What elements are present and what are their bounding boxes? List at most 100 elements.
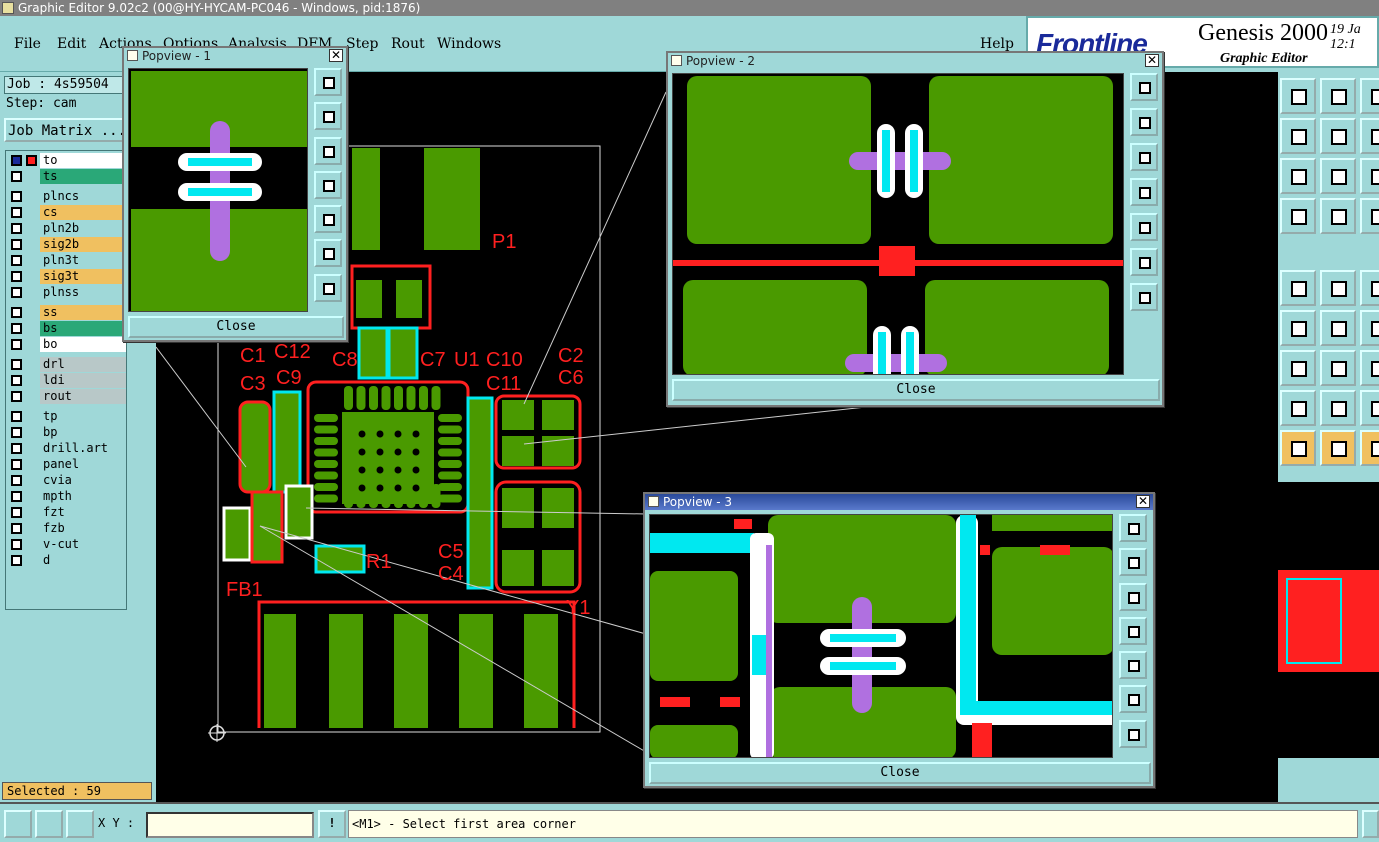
alert-button[interactable]: !: [318, 810, 346, 838]
status-extra-button[interactable]: [1362, 810, 1379, 838]
layer-name[interactable]: plncs: [40, 189, 126, 204]
layer-checkbox[interactable]: [11, 287, 22, 298]
popview-3-titlebar[interactable]: Popview - 3 ✕: [645, 494, 1153, 510]
layer-row[interactable]: bs: [8, 321, 126, 336]
popview-3-close-button[interactable]: Close: [649, 762, 1151, 784]
layer-row[interactable]: ss: [8, 305, 126, 320]
view-tool-button[interactable]: [1130, 108, 1158, 136]
layer-name[interactable]: ss: [40, 305, 126, 320]
layer-name[interactable]: cvia: [40, 473, 126, 488]
layer-checkbox[interactable]: [11, 391, 22, 402]
layer-name[interactable]: rout: [40, 389, 126, 404]
view-tool-button[interactable]: [1119, 514, 1147, 542]
edit-tool-button[interactable]: [1320, 270, 1356, 306]
layer-checkbox[interactable]: [11, 539, 22, 550]
overview-panel[interactable]: [1278, 482, 1379, 758]
layer-name[interactable]: pln3t: [40, 253, 126, 268]
view-tool-button[interactable]: [1130, 178, 1158, 206]
edit-tool-button[interactable]: [1280, 430, 1316, 466]
menu-step[interactable]: Step: [346, 36, 378, 52]
layer-checkbox[interactable]: [11, 323, 22, 334]
layer-name[interactable]: tp: [40, 409, 126, 424]
view-tool-button[interactable]: [1130, 73, 1158, 101]
layer-row[interactable]: pln2b: [8, 221, 126, 236]
popview-2-titlebar[interactable]: Popview - 2 ✕: [668, 53, 1162, 69]
edit-tool-button[interactable]: [1280, 198, 1316, 234]
popview-2-canvas[interactable]: [672, 73, 1124, 375]
layer-checkbox[interactable]: [11, 359, 22, 370]
layer-checkbox[interactable]: [11, 271, 22, 282]
layer-name[interactable]: bs: [40, 321, 126, 336]
edit-tool-button[interactable]: [1360, 118, 1379, 154]
edit-tool-button[interactable]: [1280, 78, 1316, 114]
view-tool-button[interactable]: [1119, 685, 1147, 714]
edit-tool-button[interactable]: [1320, 350, 1356, 386]
measure-button[interactable]: [35, 810, 63, 838]
layer-checkbox[interactable]: [11, 339, 22, 350]
layer-name[interactable]: bp: [40, 425, 126, 440]
edit-tool-button[interactable]: [1360, 198, 1379, 234]
edit-tool-button[interactable]: [1360, 390, 1379, 426]
edit-tool-button[interactable]: [1320, 158, 1356, 194]
menu-file[interactable]: File: [14, 36, 41, 52]
edit-tool-button[interactable]: [1360, 78, 1379, 114]
layer-name[interactable]: mpth: [40, 489, 126, 504]
edit-tool-button[interactable]: [1280, 118, 1316, 154]
layer-checkbox[interactable]: [11, 507, 22, 518]
view-tool-button[interactable]: [1130, 143, 1158, 171]
close-icon[interactable]: ✕: [1145, 54, 1159, 67]
view-tool-button[interactable]: [1130, 283, 1158, 311]
layer-row[interactable]: plncs: [8, 189, 126, 204]
layer-row[interactable]: tp: [8, 409, 126, 424]
layer-name[interactable]: fzb: [40, 521, 126, 536]
edit-tool-button[interactable]: [1360, 350, 1379, 386]
layer-checkbox[interactable]: [11, 411, 22, 422]
view-tool-button[interactable]: [1119, 719, 1147, 748]
popview-1-close-button[interactable]: Close: [128, 316, 344, 338]
view-tool-button[interactable]: [314, 273, 342, 302]
layer-name[interactable]: drill.art: [40, 441, 126, 456]
layer-checkbox[interactable]: [11, 375, 22, 386]
popview-3-window[interactable]: Popview - 3 ✕ Close: [643, 492, 1155, 788]
layer-row[interactable]: ldi: [8, 373, 126, 388]
close-icon[interactable]: ✕: [1136, 495, 1150, 508]
edit-tool-button[interactable]: [1360, 158, 1379, 194]
layer-row[interactable]: drl: [8, 357, 126, 372]
menu-edit[interactable]: Edit: [57, 36, 86, 52]
layer-row[interactable]: to: [8, 153, 126, 168]
layer-checkbox[interactable]: [11, 307, 22, 318]
layer-row[interactable]: rout: [8, 389, 126, 404]
edit-tool-button[interactable]: [1320, 310, 1356, 346]
view-tool-button[interactable]: [314, 136, 342, 165]
layer-name[interactable]: fzt: [40, 505, 126, 520]
layer-checkbox[interactable]: [11, 459, 22, 470]
layer-name[interactable]: bo: [40, 337, 126, 352]
view-tool-button[interactable]: [314, 68, 342, 96]
layer-row[interactable]: bp: [8, 425, 126, 440]
layer-checkbox[interactable]: [11, 255, 22, 266]
layer-name[interactable]: ts: [40, 169, 126, 184]
layer-row[interactable]: cvia: [8, 473, 126, 488]
menu-help[interactable]: Help: [980, 36, 1014, 52]
edit-tool-button[interactable]: [1320, 390, 1356, 426]
layer-checkbox[interactable]: [11, 207, 22, 218]
view-tool-button[interactable]: [1119, 651, 1147, 680]
layer-row[interactable]: panel: [8, 457, 126, 472]
layer-checkbox[interactable]: [11, 223, 22, 234]
view-tool-button[interactable]: [314, 205, 342, 234]
layer-checkbox[interactable]: [11, 427, 22, 438]
layer-checkbox[interactable]: [11, 171, 22, 182]
layer-row[interactable]: fzb: [8, 521, 126, 536]
popview-2-close-button[interactable]: Close: [672, 379, 1160, 401]
close-icon[interactable]: ✕: [329, 49, 343, 62]
popview-1-titlebar[interactable]: Popview - 1 ✕: [124, 48, 346, 64]
layer-checkbox[interactable]: [11, 191, 22, 202]
layer-checkbox[interactable]: [11, 155, 22, 166]
layer-row[interactable]: bo: [8, 337, 126, 352]
layer-name[interactable]: panel: [40, 457, 126, 472]
edit-tool-button[interactable]: [1320, 198, 1356, 234]
edit-tool-button[interactable]: [1280, 310, 1316, 346]
view-tool-button[interactable]: [314, 170, 342, 199]
view-tool-button[interactable]: [1130, 248, 1158, 276]
popview-2-window[interactable]: Popview - 2 ✕ Close: [666, 51, 1164, 407]
